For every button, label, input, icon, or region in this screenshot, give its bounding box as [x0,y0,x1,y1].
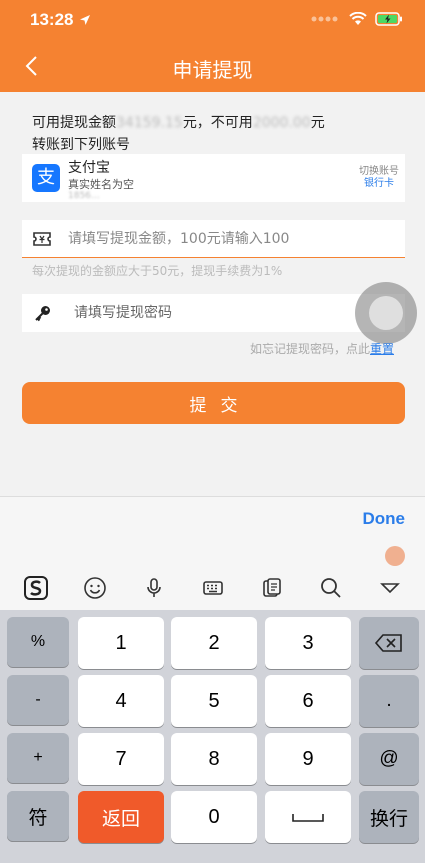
search-icon[interactable] [317,574,345,602]
collapse-keyboard-icon[interactable] [376,574,404,602]
backspace-icon [374,634,402,652]
location-arrow-icon [80,15,90,25]
forgot-password-text: 如忘记提现密码，点此 [249,342,370,356]
assistive-touch-button[interactable] [355,282,417,344]
backspace-key[interactable] [359,617,419,669]
sogou-logo-icon[interactable] [22,574,50,602]
key-2[interactable]: 2 [171,617,257,669]
done-button[interactable]: Done [363,509,406,529]
return-key[interactable]: 返回 [78,791,164,843]
status-bar: 13:28 [0,0,425,40]
key-3[interactable]: 3 [265,617,351,669]
signal-icon [311,16,338,22]
reset-password-link[interactable]: 重置 [370,342,394,356]
key-minus[interactable]: - [7,675,69,725]
ime-toolbar [0,542,425,610]
key-percent[interactable]: % [7,617,69,667]
mascot-icon[interactable] [385,546,405,566]
alipay-icon: 支 [32,164,60,192]
wifi-icon [349,12,367,25]
switch-account-button[interactable]: 切换账号 银行卡 [359,166,399,190]
space-key[interactable] [265,791,351,843]
newline-key[interactable]: 换行 [359,791,419,843]
key-9[interactable]: 9 [265,733,351,785]
forgot-password-hint: 如忘记提现密码，点此重置 [250,340,394,357]
unavailable-amount: 2000.00 [252,115,311,131]
account-subtitle: 真实姓名为空 [68,178,134,191]
key-dot[interactable]: . [359,675,419,727]
app-header: 13:28 申请提现 [0,0,425,92]
key-6[interactable]: 6 [265,675,351,727]
submit-button[interactable]: 提交 [22,382,405,424]
key-5[interactable]: 5 [171,675,257,727]
switch-account-label: 切换账号 [359,166,399,177]
transfer-label: 转账到下列账号 [32,137,130,153]
withdraw-form: 可用提现金额34159.15元，不可用2000.00元 转账到下列账号 支 支付… [0,92,425,496]
status-time: 13:28 [30,10,74,29]
account-name: 支付宝 [68,160,110,176]
ticket-icon [33,232,51,246]
key-7[interactable]: 7 [78,733,164,785]
key-0[interactable]: 0 [171,791,257,843]
key-1[interactable]: 1 [78,617,164,669]
page-title: 申请提现 [172,58,253,82]
clipboard-icon[interactable] [258,574,286,602]
password-input[interactable] [74,294,374,332]
emoji-icon[interactable] [81,574,109,602]
key-8[interactable]: 8 [171,733,257,785]
balance-middle: 元，不可用 [182,115,253,131]
numeric-keyboard: % - + × 1 2 3 4 5 6 . 7 8 9 @ 符 返回 0 换行 [0,610,425,863]
account-card[interactable]: 支 支付宝 真实姓名为空 1856… 切换账号 银行卡 [22,154,405,202]
keyboard-icon[interactable] [199,574,227,602]
amount-input[interactable] [68,220,398,257]
balance-summary: 可用提现金额34159.15元，不可用2000.00元 [32,112,325,132]
keyboard-accessory-bar: Done [0,496,425,542]
space-icon [292,814,324,822]
key-plus[interactable]: + [7,733,69,783]
balance-prefix: 可用提现金额 [32,115,116,131]
microphone-icon[interactable] [140,574,168,602]
password-row [22,294,405,332]
switch-bank-card-link[interactable]: 银行卡 [359,178,399,190]
available-amount: 34159.15 [116,115,183,131]
symbols-key[interactable]: 符 [7,791,69,841]
account-id: 1856… [68,191,100,201]
key-at[interactable]: @ [359,733,419,785]
balance-suffix: 元 [310,115,325,131]
key-icon [35,306,50,322]
fee-hint: 每次提现的金额应大于50元，提现手续费为1% [32,264,283,278]
key-4[interactable]: 4 [78,675,164,727]
amount-row [22,220,405,258]
battery-charging-icon [375,12,402,26]
